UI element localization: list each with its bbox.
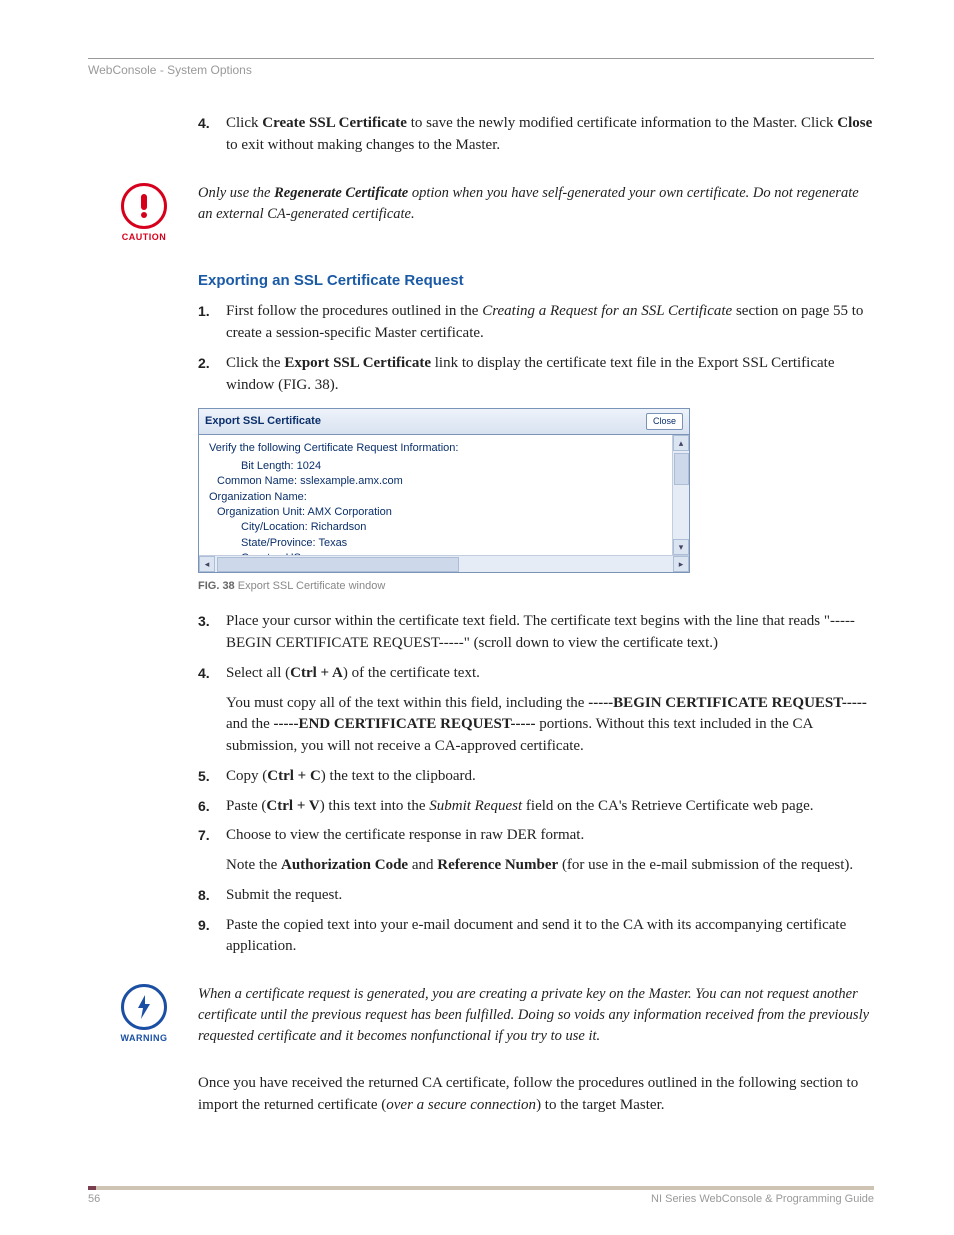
step-4b: 4. Select all (Ctrl + A) of the certific…	[198, 663, 874, 758]
page-number: 56	[88, 1193, 100, 1205]
step-4b-note: You must copy all of the text within thi…	[226, 693, 874, 758]
warning-icon: WARNING	[120, 984, 168, 1045]
step-7-note: Note the Authorization Code and Referenc…	[226, 855, 874, 877]
figure-caption: FIG. 38 Export SSL Certificate window	[198, 579, 874, 595]
footer-rule	[88, 1186, 874, 1190]
step-8: 8. Submit the request.	[198, 885, 874, 907]
doc-title: NI Series WebConsole & Programming Guide	[651, 1193, 874, 1205]
close-button[interactable]: Close	[646, 413, 683, 430]
figure-title: Export SSL Certificate	[205, 414, 321, 430]
scroll-up-icon[interactable]: ▴	[673, 435, 689, 451]
scroll-thumb[interactable]	[674, 453, 689, 485]
caution-text: Only use the Regenerate Certificate opti…	[198, 183, 874, 225]
caution-icon: CAUTION	[120, 183, 168, 244]
section-title: Exporting an SSL Certificate Request	[198, 270, 874, 292]
step-3: 3. Place your cursor within the certific…	[198, 611, 874, 655]
warning-label: WARNING	[120, 1032, 168, 1045]
step-5: 5. Copy (Ctrl + C) the text to the clipb…	[198, 766, 874, 788]
step-4-num: 4.	[198, 113, 210, 133]
warning-text: When a certificate request is generated,…	[198, 984, 874, 1047]
page-footer: 56 NI Series WebConsole & Programming Gu…	[88, 1186, 874, 1205]
header-rule	[88, 58, 874, 59]
step-4-text: Click Create SSL Certificate to save the…	[226, 115, 872, 153]
lightning-icon	[133, 994, 155, 1020]
caution-label: CAUTION	[120, 231, 168, 244]
scroll-thumb-h[interactable]	[217, 557, 459, 572]
step-2: 2. Click the Export SSL Certificate link…	[198, 353, 874, 397]
breadcrumb: WebConsole - System Options	[88, 63, 874, 77]
horizontal-scrollbar[interactable]: ◂ ▸	[199, 555, 689, 572]
vertical-scrollbar[interactable]: ▴ ▾	[672, 435, 689, 555]
scroll-left-icon[interactable]: ◂	[199, 556, 215, 572]
step-6: 6. Paste (Ctrl + V) this text into the S…	[198, 796, 874, 818]
figure-titlebar: Export SSL Certificate Close	[199, 409, 689, 435]
figure-export-ssl-window: Export SSL Certificate Close Verify the …	[198, 408, 690, 573]
step-1: 1. First follow the procedures outlined …	[198, 301, 874, 345]
caution-callout: CAUTION Only use the Regenerate Certific…	[120, 183, 874, 244]
step-9: 9. Paste the copied text into your e-mai…	[198, 915, 874, 959]
closing-paragraph: Once you have received the returned CA c…	[198, 1073, 874, 1117]
cert-header: Verify the following Certificate Request…	[209, 441, 662, 456]
scroll-right-icon[interactable]: ▸	[673, 556, 689, 572]
warning-callout: WARNING When a certificate request is ge…	[120, 984, 874, 1047]
step-4: 4. Click Create SSL Certificate to save …	[198, 113, 874, 157]
certificate-text-area[interactable]: Verify the following Certificate Request…	[199, 435, 672, 555]
step-7: 7. Choose to view the certificate respon…	[198, 825, 874, 877]
scroll-down-icon[interactable]: ▾	[673, 539, 689, 555]
